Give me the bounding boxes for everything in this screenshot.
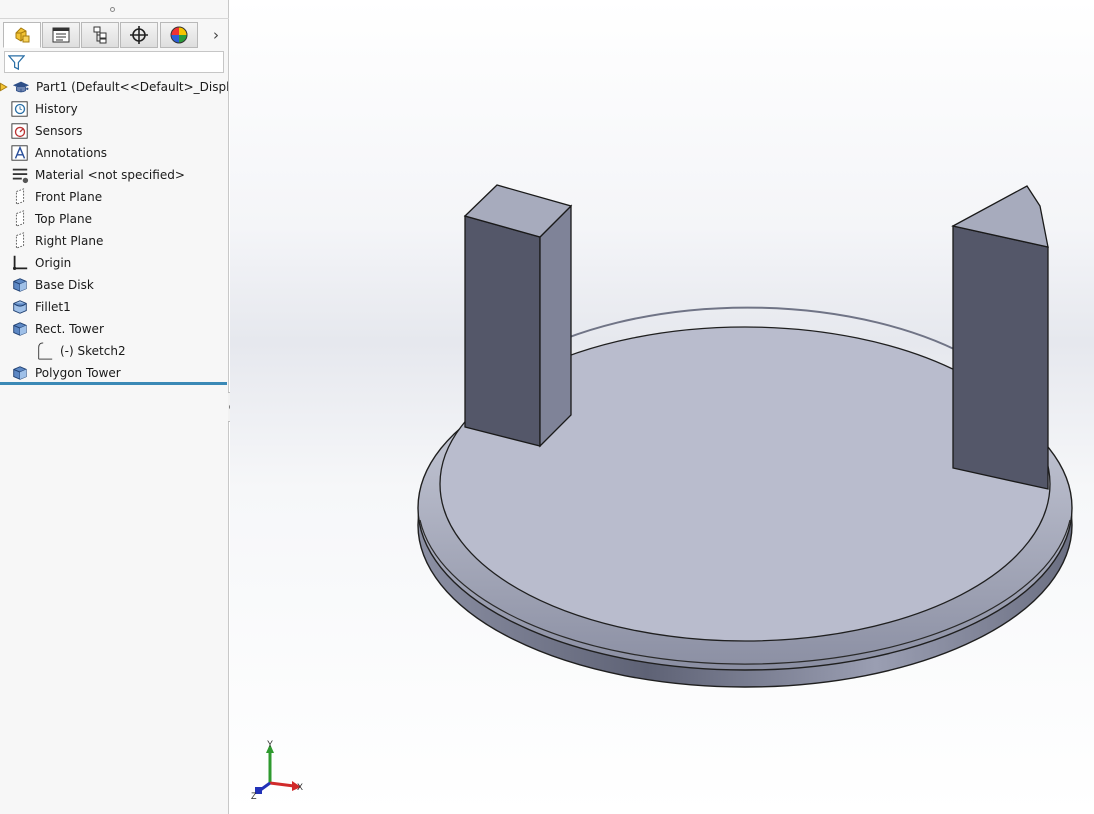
tree-item-origin[interactable]: Origin xyxy=(0,252,228,274)
tree-item-base-disk[interactable]: Base Disk xyxy=(0,274,228,296)
tree-item-label: Sensors xyxy=(35,124,83,138)
dimxpert-icon xyxy=(130,26,148,44)
tree-item-label: Origin xyxy=(35,256,72,270)
extrude-icon xyxy=(10,363,30,383)
tree-item-label: History xyxy=(35,102,78,116)
extrude-icon xyxy=(10,319,30,339)
rollback-bar[interactable] xyxy=(0,382,227,385)
tree-item-rect-tower[interactable]: Rect. Tower xyxy=(0,318,228,340)
tree-item-part1[interactable]: Part1 (Default<<Default>_Display St xyxy=(0,76,228,98)
plane-icon xyxy=(10,209,30,229)
orientation-triad: Y X Z xyxy=(251,739,303,801)
feature-manager-icon xyxy=(15,27,30,43)
tree-item-label: Rect. Tower xyxy=(35,322,104,336)
plane-icon xyxy=(10,187,30,207)
sensors-icon xyxy=(10,121,30,141)
tabs-more-arrow[interactable]: › xyxy=(205,22,227,48)
sketch-icon xyxy=(35,341,55,361)
tree-item-sensors[interactable]: Sensors xyxy=(0,120,228,142)
panel-grip[interactable] xyxy=(0,0,229,19)
tree-item-top-plane[interactable]: Top Plane xyxy=(0,208,228,230)
polygon-tower xyxy=(951,185,1049,490)
tree-item-material-not-specified[interactable]: Material <not specified> xyxy=(0,164,228,186)
tree-item-label: Material <not specified> xyxy=(35,168,185,182)
manager-tabs: › xyxy=(0,22,229,49)
tree-item-label: Annotations xyxy=(35,146,108,160)
tree-item-label: Right Plane xyxy=(35,234,104,248)
tree-item-polygon-tower[interactable]: Polygon Tower xyxy=(0,362,228,384)
model-3d-view xyxy=(417,184,1073,688)
tree-item-annotations[interactable]: Annotations xyxy=(0,142,228,164)
configuration-manager-icon xyxy=(93,26,107,44)
tree-item-right-plane[interactable]: Right Plane xyxy=(0,230,228,252)
display-manager-icon xyxy=(170,26,188,44)
triad-y-label: Y xyxy=(267,739,273,749)
tree-item-label: Front Plane xyxy=(35,190,103,204)
tab-property-manager[interactable] xyxy=(42,22,80,48)
part-icon xyxy=(11,77,31,97)
feature-manager-panel: › Part1 (Default<<Default>_Display St Hi… xyxy=(0,0,237,814)
tree-item-label: Base Disk xyxy=(35,278,94,292)
tree-item-sketch2[interactable]: (-) Sketch2 xyxy=(0,340,228,362)
tab-feature-manager[interactable] xyxy=(3,22,41,48)
material-icon xyxy=(10,165,30,185)
rect-tower xyxy=(463,184,573,448)
tab-configuration-manager[interactable] xyxy=(81,22,119,48)
triad-x-axis xyxy=(269,781,295,788)
tree-item-label: Fillet1 xyxy=(35,300,71,314)
plane-icon xyxy=(10,231,30,251)
tree-filter-bar[interactable] xyxy=(4,51,224,73)
tree-item-label: Part1 (Default<<Default>_Display St xyxy=(36,80,228,94)
tree-item-front-plane[interactable]: Front Plane xyxy=(0,186,228,208)
tree-item-label: (-) Sketch2 xyxy=(60,344,126,358)
triad-x-label: X xyxy=(297,782,303,792)
extrude-icon xyxy=(10,275,30,295)
tab-dimxpert[interactable] xyxy=(120,22,158,48)
history-icon xyxy=(10,99,30,119)
expand-arrow-icon xyxy=(0,77,10,97)
graphics-viewport[interactable]: Y X Z xyxy=(230,0,1094,814)
tree-item-label: Polygon Tower xyxy=(35,366,121,380)
tree-item-fillet1[interactable]: Fillet1 xyxy=(0,296,228,318)
annotations-icon xyxy=(10,143,30,163)
property-manager-icon xyxy=(52,27,70,43)
tree-item-history[interactable]: History xyxy=(0,98,228,120)
origin-icon xyxy=(10,253,30,273)
tab-display-manager[interactable] xyxy=(160,22,198,48)
tree-item-label: Top Plane xyxy=(35,212,92,226)
triad-z-label: Z xyxy=(251,791,257,801)
filter-icon xyxy=(8,55,25,71)
fillet-icon xyxy=(10,297,30,317)
